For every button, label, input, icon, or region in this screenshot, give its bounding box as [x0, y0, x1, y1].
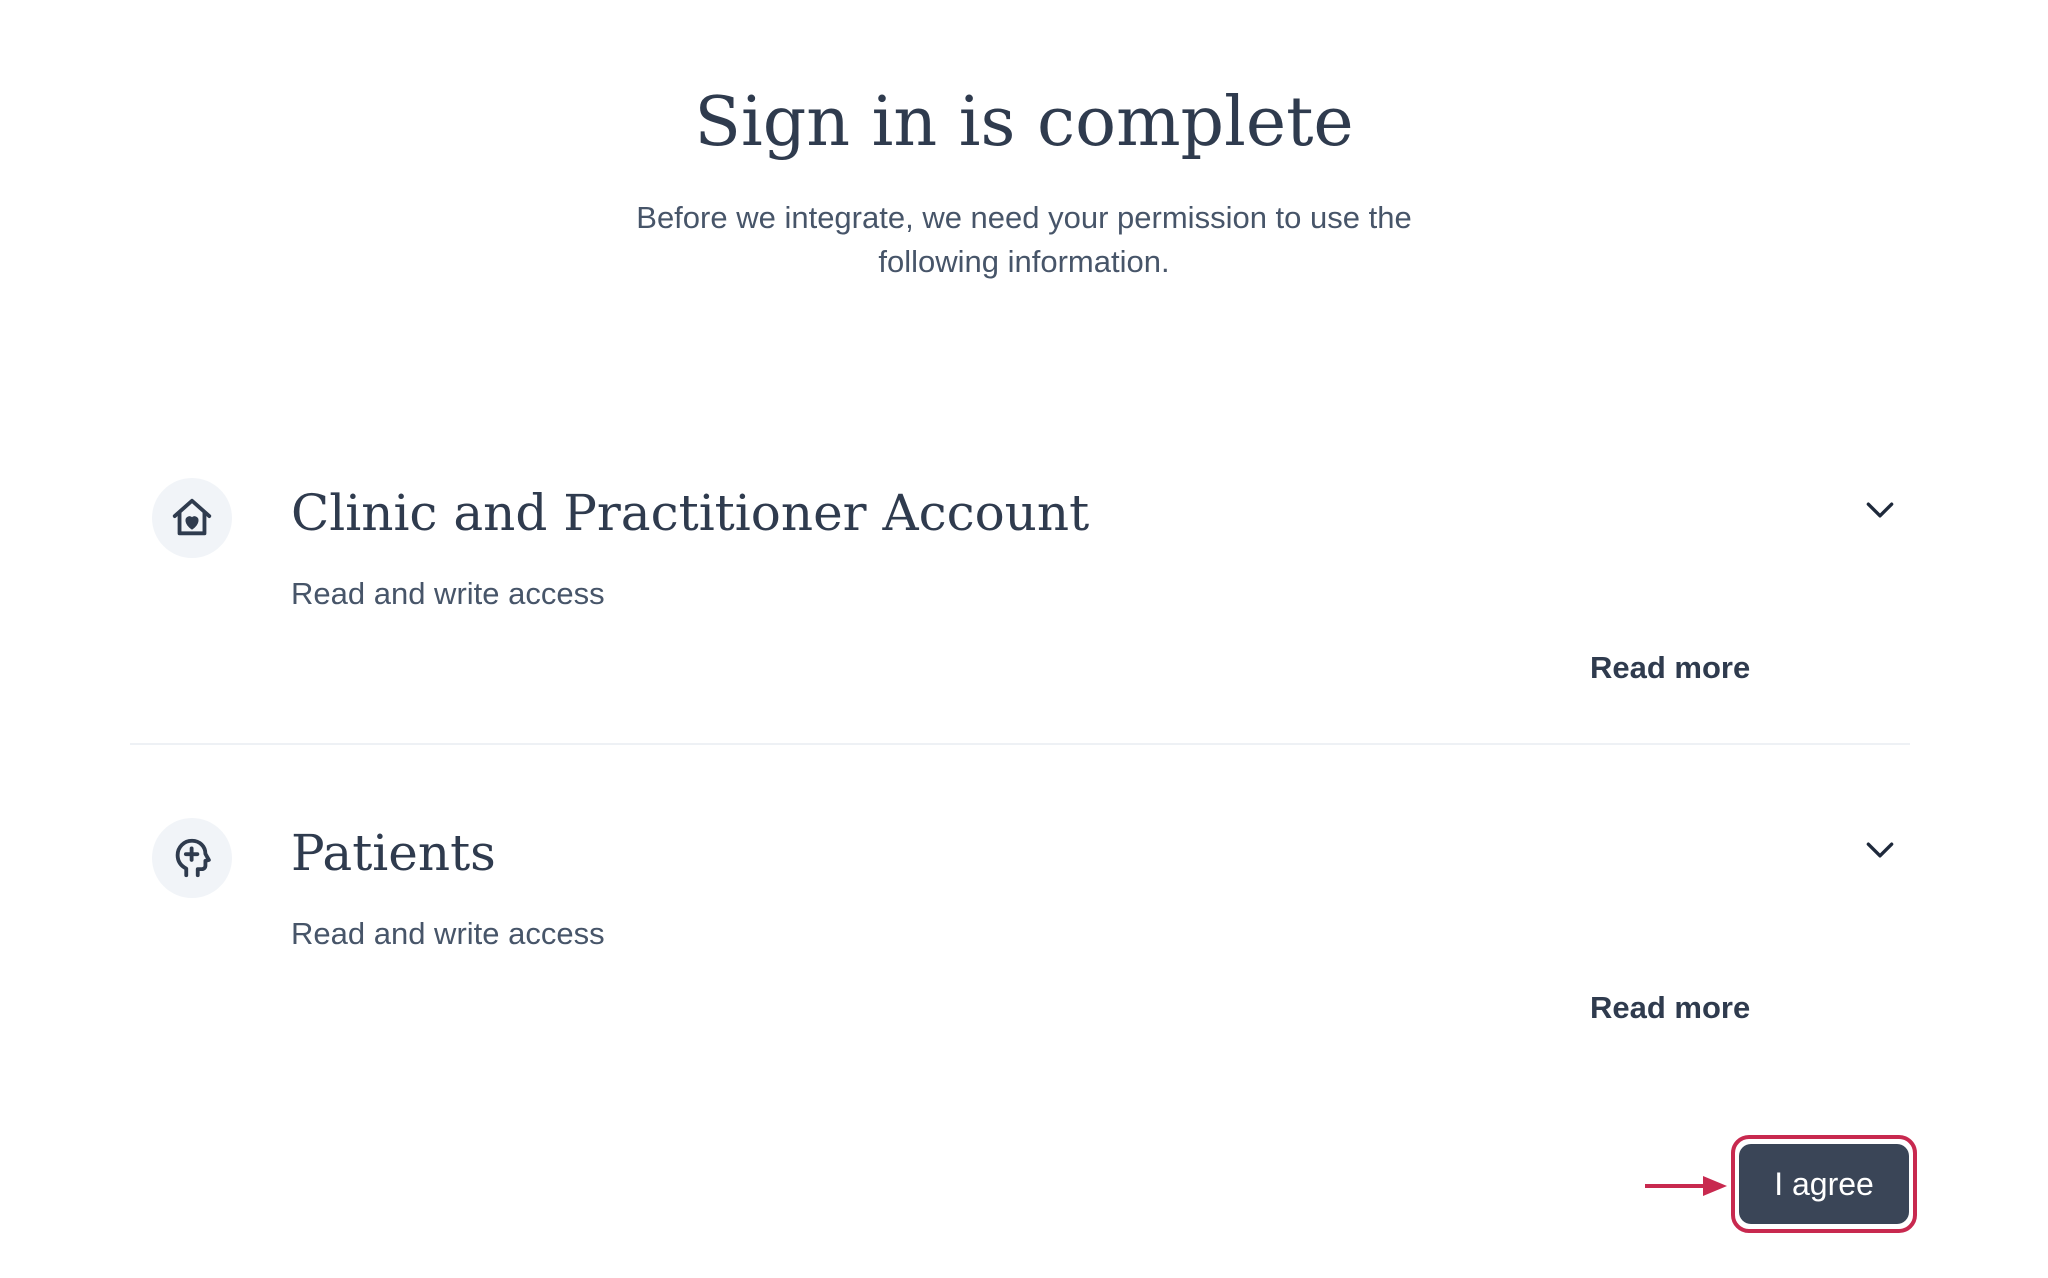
- section-title: Clinic and Practitioner Account: [291, 484, 1090, 542]
- page-title: Sign in is complete: [694, 83, 1354, 162]
- chevron-down-icon[interactable]: [1860, 490, 1900, 530]
- head-plus-icon: [152, 818, 232, 898]
- agree-button[interactable]: I agree: [1739, 1144, 1909, 1224]
- section-divider: [130, 743, 1910, 745]
- house-heart-icon: [152, 478, 232, 558]
- permission-section-patients: Patients Read and write access Read more: [130, 818, 1910, 1038]
- read-more-link[interactable]: Read more: [1590, 648, 1750, 688]
- section-description: Read and write access: [291, 576, 605, 611]
- section-description: Read and write access: [291, 916, 605, 951]
- arrow-right-icon: [1645, 1176, 1727, 1196]
- read-more-link[interactable]: Read more: [1590, 988, 1750, 1028]
- page-subtitle: Before we integrate, we need your permis…: [636, 200, 1412, 279]
- permission-section-clinic: Clinic and Practitioner Account Read and…: [130, 478, 1910, 698]
- agree-button-highlight: I agree: [1731, 1135, 1917, 1233]
- section-title: Patients: [291, 824, 496, 882]
- chevron-down-icon[interactable]: [1860, 830, 1900, 870]
